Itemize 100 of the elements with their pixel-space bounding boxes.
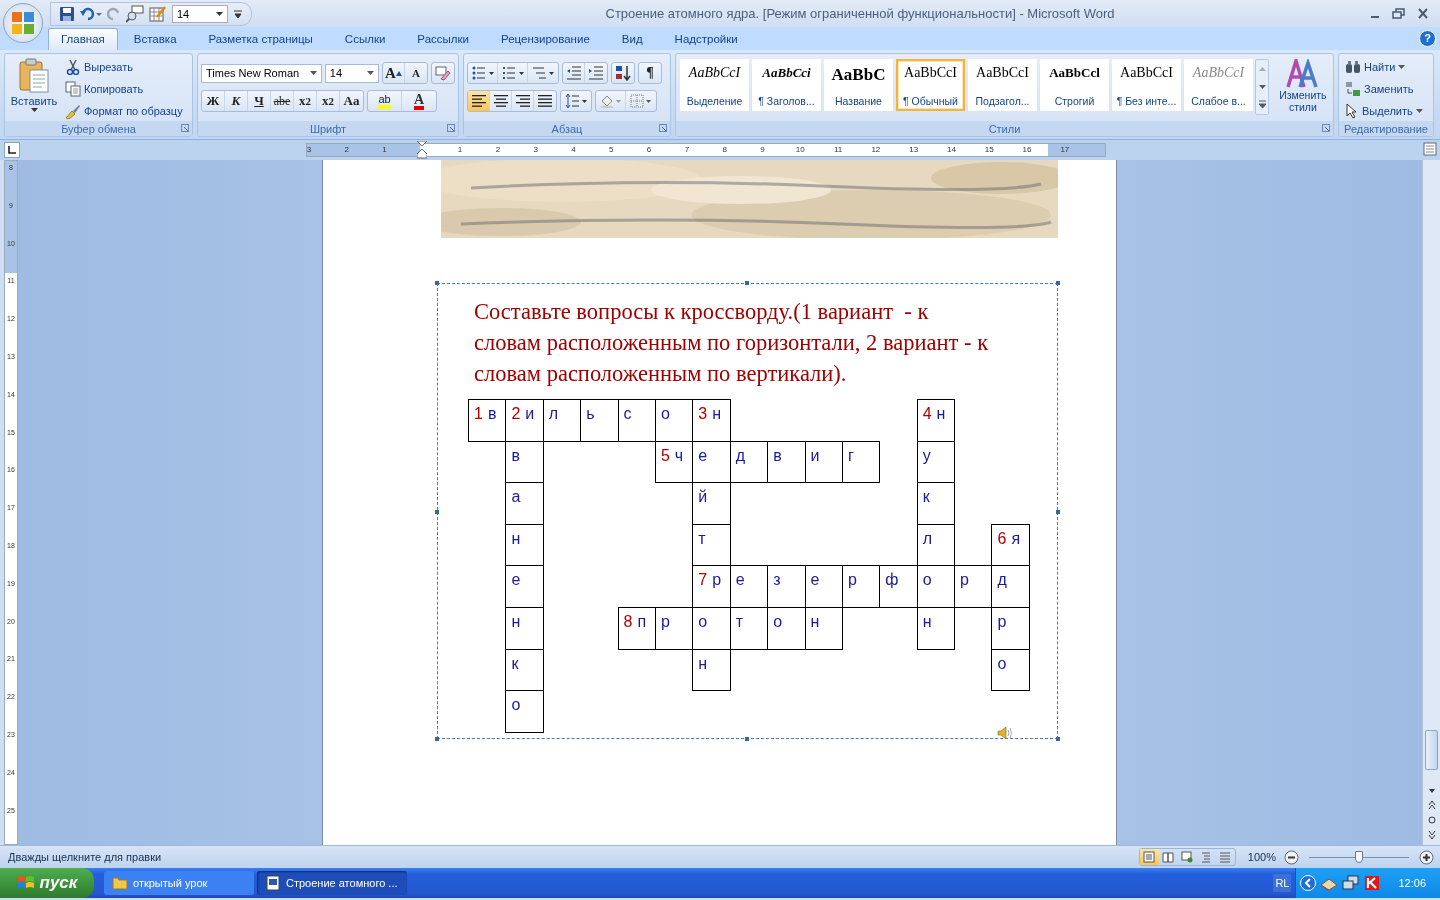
zoom-in-icon[interactable] xyxy=(1419,849,1434,865)
align-button[interactable] xyxy=(468,91,490,111)
cell-letter: л xyxy=(922,529,933,548)
group-label: Абзац xyxy=(551,122,583,135)
font-size-field[interactable]: 14 xyxy=(172,4,228,23)
shrink-font-button[interactable]: A xyxy=(405,63,427,83)
zoom-out-icon[interactable] xyxy=(1284,849,1299,865)
scroll-thumb[interactable] xyxy=(1425,730,1438,770)
office-button[interactable] xyxy=(3,3,43,43)
highlight-button[interactable]: ab xyxy=(368,91,402,111)
style-item[interactable]: AaBbCcI ¶ Обычный xyxy=(896,59,965,111)
close-icon[interactable] xyxy=(1416,7,1430,20)
ribbon-tab[interactable]: Главная xyxy=(48,28,118,50)
ribbon-tab[interactable]: Рассылки xyxy=(401,29,485,50)
clue-number: 6 xyxy=(997,529,1007,548)
cell-letter: в xyxy=(487,405,497,423)
antivirus-icon[interactable] xyxy=(1364,875,1381,891)
style-item[interactable]: AaBbCci ¶ Заголов... xyxy=(752,59,821,111)
style-item[interactable]: AaBbCcl Строгий xyxy=(1040,59,1109,111)
ribbon-tab[interactable]: Надстройки xyxy=(658,29,754,50)
font-size-field[interactable]: 14 xyxy=(324,63,379,83)
zoom-level[interactable]: 100% xyxy=(1247,851,1276,863)
dialog-launcher-icon[interactable] xyxy=(659,124,667,132)
font-color-button[interactable]: A xyxy=(402,91,436,111)
dropdown-arrow-icon xyxy=(216,11,223,16)
dialog-launcher-icon[interactable] xyxy=(1322,124,1330,132)
dialog-launcher-icon[interactable] xyxy=(181,124,189,132)
view-button[interactable] xyxy=(1139,849,1159,865)
ruler-number: 15 xyxy=(983,144,995,156)
help-button[interactable]: ? xyxy=(1419,30,1436,47)
paste-button[interactable]: Вставить xyxy=(9,56,59,119)
tab-stop-icon xyxy=(8,146,16,154)
speaker-icon[interactable] xyxy=(997,727,1013,739)
vertical-scrollbar[interactable] xyxy=(1422,160,1440,845)
taskbar-button[interactable]: открытый урок xyxy=(104,871,254,895)
folder-icon xyxy=(112,876,128,890)
cell-letter: с xyxy=(623,405,632,423)
print-preview-icon[interactable] xyxy=(126,4,144,23)
restore-icon[interactable] xyxy=(1392,7,1406,20)
ribbon-tab[interactable]: Вставка xyxy=(117,29,193,50)
clipboard-command[interactable]: Вырезать xyxy=(65,58,183,75)
font-style-button[interactable]: Ч xyxy=(248,91,271,111)
undo-icon[interactable] xyxy=(80,5,102,22)
expand-tray-icon[interactable] xyxy=(1300,875,1317,891)
cell-letter: р xyxy=(712,571,722,590)
indent-marker-icon[interactable] xyxy=(417,141,428,159)
tab-selector-button[interactable] xyxy=(4,142,20,158)
office-logo-icon xyxy=(10,10,36,36)
group-label: Стили xyxy=(988,122,1021,135)
editing-command[interactable]: Найти xyxy=(1345,58,1427,75)
copy-icon xyxy=(65,80,81,97)
style-item[interactable]: AaBbCcI Слабое в... xyxy=(1184,59,1253,111)
style-item[interactable]: AaBbCcI Подзагол... xyxy=(968,59,1037,111)
cell-letter: н xyxy=(511,612,521,631)
font-style-button[interactable]: Ж xyxy=(202,91,225,111)
slider-thumb[interactable] xyxy=(1355,851,1363,863)
grow-font-button[interactable]: A xyxy=(383,63,405,83)
font-style-button[interactable]: abe xyxy=(271,91,294,111)
font-family-field[interactable]: Times New Roman xyxy=(201,63,322,83)
customize-icon[interactable] xyxy=(233,8,243,19)
show-marks-button[interactable]: ¶ xyxy=(639,63,661,83)
ruler-number: 3 xyxy=(305,144,313,156)
editing-command[interactable]: Выделить xyxy=(1345,102,1427,119)
font-style-button[interactable]: Aa xyxy=(340,91,363,111)
style-item[interactable]: AaBbC Название xyxy=(824,59,893,111)
style-item[interactable]: AaBbCcI ¶ Без инте... xyxy=(1112,59,1181,111)
network-icon[interactable] xyxy=(1342,875,1361,891)
cell-letter: о xyxy=(997,654,1007,673)
language-indicator[interactable]: RL xyxy=(1273,874,1292,892)
spelling-icon[interactable] xyxy=(149,4,167,23)
ruler-number: 9 xyxy=(759,144,766,156)
ribbon-tab[interactable]: Вид xyxy=(605,29,659,50)
ruler-toggle-icon[interactable] xyxy=(1423,142,1437,156)
clipboard-command[interactable]: Копировать xyxy=(65,80,183,97)
change-styles-button[interactable]: Изменить стили xyxy=(1270,59,1329,121)
editing-command[interactable]: Заменить xyxy=(1345,80,1427,97)
cell-letter: д xyxy=(735,446,746,465)
ribbon-tab[interactable]: Рецензирование xyxy=(485,29,606,50)
status-text: Дважды щелкните для правки xyxy=(8,851,163,863)
text-box[interactable] xyxy=(437,283,1058,739)
taskbar-button[interactable]: Строение атомного ... xyxy=(257,871,407,895)
dropdown-arrow-icon xyxy=(1415,108,1423,113)
ruler-number: 6 xyxy=(645,144,653,156)
start-button[interactable]: пуск xyxy=(0,868,94,898)
style-item[interactable]: AaBbCcI Выделение xyxy=(680,59,749,111)
document-icon xyxy=(265,875,281,891)
save-icon[interactable] xyxy=(59,5,75,22)
cell-letter: н xyxy=(698,654,708,673)
ruler-number: 3 xyxy=(532,144,539,156)
font-style-button[interactable]: К xyxy=(225,91,248,111)
dialog-launcher-icon[interactable] xyxy=(447,124,455,132)
numbered-list-icon xyxy=(501,66,524,80)
ruler-number: 5 xyxy=(608,144,615,156)
clipboard-command[interactable]: Формат по образцу xyxy=(65,102,183,119)
ruler-number: 4 xyxy=(570,144,577,156)
zoom-slider[interactable] xyxy=(1309,851,1409,863)
ribbon-tab[interactable]: Разметка страницы xyxy=(192,29,329,50)
group-label: Буфер обмена xyxy=(61,122,136,135)
browse-object-icon[interactable] xyxy=(1425,814,1438,826)
ribbon-tab[interactable]: Ссылки xyxy=(328,29,402,50)
